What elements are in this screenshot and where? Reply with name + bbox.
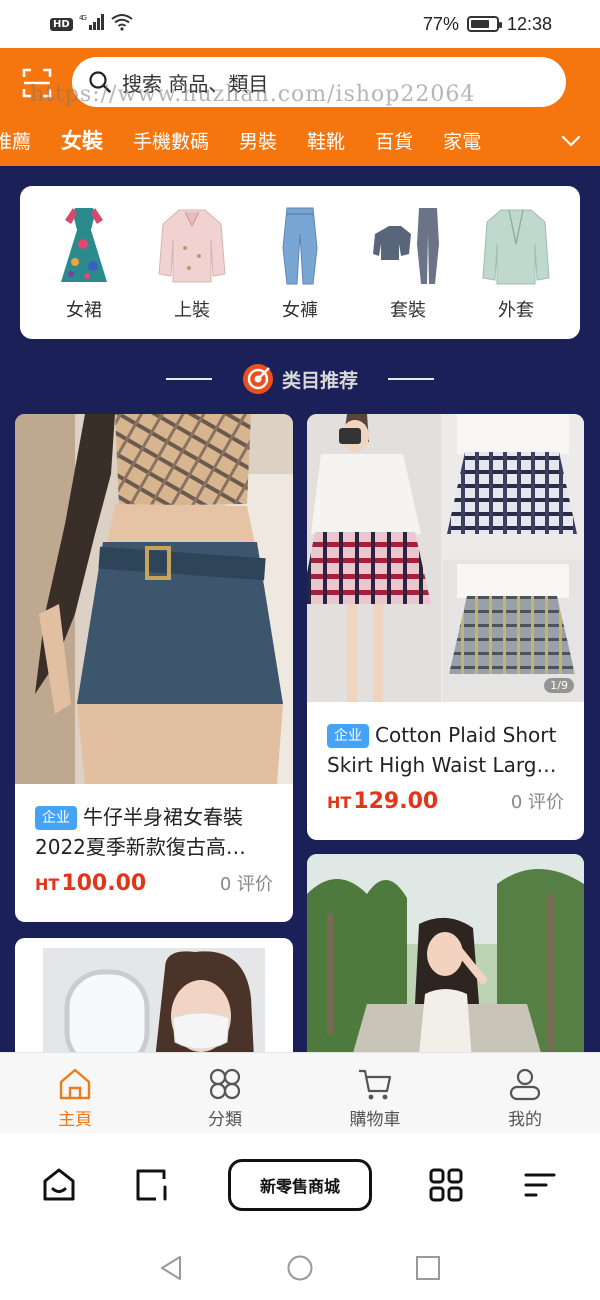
tab-cart[interactable]: 購物車 bbox=[300, 1053, 450, 1134]
tab-label: 主頁 bbox=[58, 1110, 92, 1130]
divider bbox=[165, 378, 212, 380]
blouse-icon bbox=[158, 209, 226, 283]
divider bbox=[388, 378, 434, 380]
product-image bbox=[15, 938, 293, 1052]
status-bar: HD 4G 77% 12:38 bbox=[0, 0, 600, 48]
price-currency: HT bbox=[35, 875, 60, 894]
app-header: 搜索 商品、類目 https://www.huzhan.com/ishop220… bbox=[0, 48, 600, 166]
subcategory-outerwear[interactable]: 外套 bbox=[468, 204, 564, 339]
product-image bbox=[307, 854, 584, 1052]
profile-icon bbox=[509, 1068, 541, 1101]
subcategory-pants[interactable]: 女褲 bbox=[252, 204, 348, 339]
tab-profile[interactable]: 我的 bbox=[450, 1053, 600, 1134]
clock: 12:38 bbox=[506, 13, 552, 34]
section-title: 类目推荐 bbox=[281, 369, 358, 392]
tab-category[interactable]: 分類 bbox=[150, 1053, 300, 1134]
product-image bbox=[15, 414, 293, 784]
battery-icon bbox=[466, 16, 502, 32]
review-count: 0 评价 bbox=[219, 874, 273, 895]
product-image bbox=[307, 414, 584, 702]
tab-recommend[interactable]: 推薦 bbox=[0, 127, 46, 154]
review-count: 0 评价 bbox=[510, 792, 564, 813]
home-icon bbox=[59, 1068, 91, 1100]
tab-home[interactable]: 主頁 bbox=[0, 1053, 150, 1134]
watermark-text: https://www.huzhan.com/ishop22064 bbox=[30, 82, 476, 107]
signal-icon: 4G bbox=[79, 13, 105, 35]
enterprise-badge: 企业 bbox=[327, 724, 369, 748]
dress-icon bbox=[61, 208, 107, 282]
subcategory-label: 外套 bbox=[498, 300, 534, 321]
product-card[interactable]: 1/9 企业 Cotton Plaid Short Skirt High Wais… bbox=[307, 414, 584, 840]
tab-appliances[interactable]: 家電 bbox=[428, 127, 496, 154]
subcategory-label: 套裝 bbox=[390, 300, 426, 321]
subcategory-sets[interactable]: 套裝 bbox=[360, 204, 456, 339]
subcategory-panel: 女裙 上裝 女褲 套裝 外套 bbox=[20, 186, 580, 339]
jeans-icon bbox=[282, 207, 318, 285]
tab-label: 購物車 bbox=[349, 1110, 401, 1130]
tabs-icon[interactable] bbox=[134, 1167, 170, 1203]
subcategory-tops[interactable]: 上裝 bbox=[144, 204, 240, 339]
price-currency: HT bbox=[327, 793, 352, 812]
browser-home-icon[interactable] bbox=[41, 1167, 77, 1203]
apps-grid-icon[interactable] bbox=[428, 1167, 464, 1203]
product-card[interactable]: 企业 牛仔半身裙女春裝2022夏季新款復古高… HT 100.00 0 评价 bbox=[15, 414, 293, 922]
image-counter: 1/9 bbox=[544, 678, 574, 693]
back-icon[interactable] bbox=[158, 1254, 186, 1282]
price-value: 129.00 bbox=[353, 789, 439, 814]
price-row: HT 129.00 0 评价 bbox=[327, 788, 564, 814]
category-icon bbox=[209, 1068, 241, 1100]
app-screen: HD 4G 77% 12:38 搜索 商品、類目 https://www.huz… bbox=[0, 0, 600, 1300]
subcategory-label: 女褲 bbox=[282, 300, 318, 321]
product-title: 企业 牛仔半身裙女春裝2022夏季新款復古高… bbox=[35, 802, 279, 862]
main-content: 女裙 上裝 女褲 套裝 外套 类目推荐 企业 牛仔半身裙女春裝2022夏季新款復… bbox=[0, 166, 600, 1052]
tab-label: 分類 bbox=[208, 1110, 242, 1130]
tracksuit-icon bbox=[373, 208, 439, 284]
browser-toolbar: 新零售商城 bbox=[0, 1134, 600, 1236]
price-row: HT 100.00 0 评价 bbox=[35, 870, 273, 896]
tab-mens-clothing[interactable]: 男裝 bbox=[224, 127, 292, 154]
product-card[interactable] bbox=[307, 854, 584, 1052]
section-header: 类目推荐 bbox=[0, 362, 600, 396]
system-navigation bbox=[0, 1236, 600, 1300]
enterprise-badge: 企业 bbox=[35, 806, 77, 830]
tab-general-goods[interactable]: 百貨 bbox=[360, 127, 428, 154]
home-nav-icon[interactable] bbox=[286, 1254, 314, 1282]
chevron-down-icon[interactable] bbox=[560, 130, 582, 152]
new-retail-mall-button[interactable]: 新零售商城 bbox=[228, 1159, 372, 1211]
subcategory-dresses[interactable]: 女裙 bbox=[36, 204, 132, 339]
tab-womens-clothing[interactable]: 女裝 bbox=[46, 125, 118, 155]
product-title: 企业 Cotton Plaid Short Skirt High Waist La… bbox=[327, 720, 570, 780]
tab-label: 我的 bbox=[508, 1110, 542, 1130]
menu-icon[interactable] bbox=[522, 1167, 558, 1203]
target-icon bbox=[242, 364, 273, 394]
hd-badge: HD bbox=[50, 17, 73, 31]
wifi-icon bbox=[111, 13, 133, 36]
tab-digital[interactable]: 手機數碼 bbox=[118, 127, 224, 154]
category-tabs: 推薦 女裝 手機數碼 男裝 鞋靴 百貨 家電 bbox=[0, 120, 540, 160]
cart-icon bbox=[359, 1069, 392, 1100]
blazer-icon bbox=[482, 209, 550, 285]
battery-percent: 77% bbox=[422, 13, 459, 34]
product-card[interactable] bbox=[15, 938, 293, 1052]
subcategory-label: 上裝 bbox=[174, 300, 210, 321]
svg-text:4G: 4G bbox=[79, 14, 86, 22]
price-value: 100.00 bbox=[61, 871, 147, 896]
tab-shoes[interactable]: 鞋靴 bbox=[292, 127, 360, 154]
subcategory-label: 女裙 bbox=[66, 300, 102, 321]
recents-icon[interactable] bbox=[414, 1254, 442, 1282]
bottom-tab-bar: 主頁 分類 購物車 我的 bbox=[0, 1052, 600, 1134]
